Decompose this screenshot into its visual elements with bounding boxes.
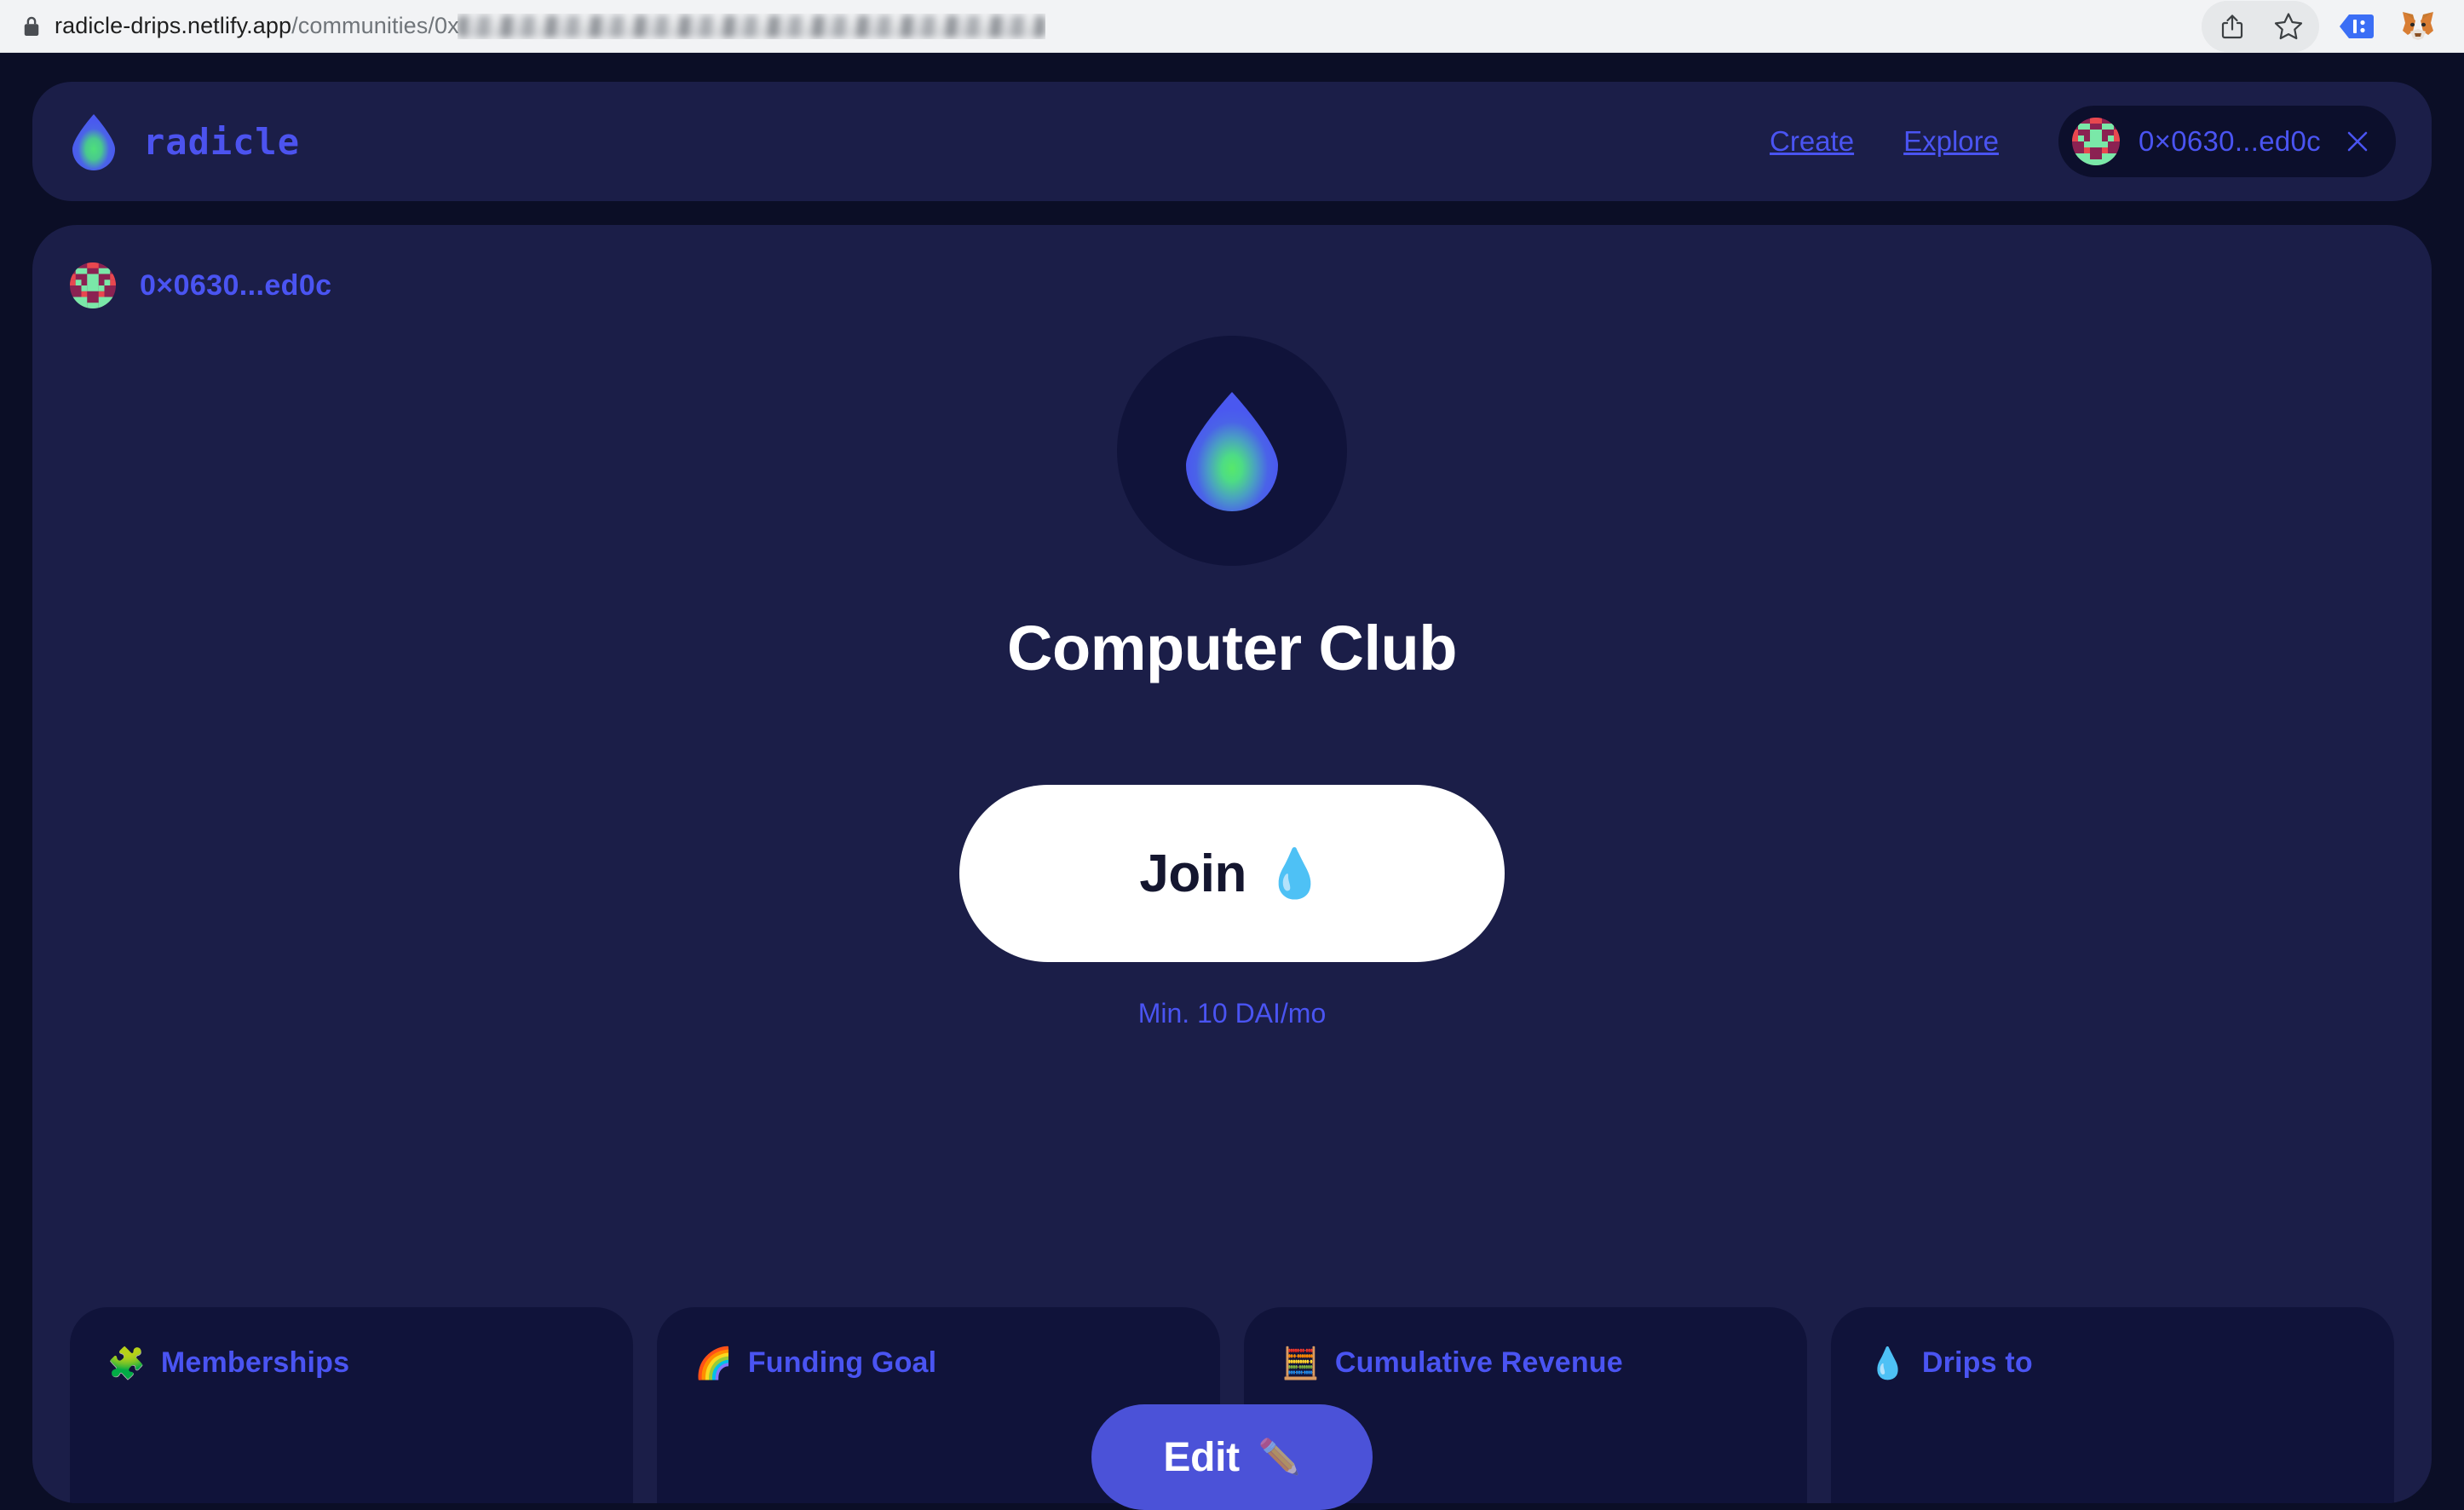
toolbar-pill-group	[2202, 0, 2319, 52]
blockie-avatar	[2071, 118, 2120, 165]
join-button-label: Join	[1139, 844, 1246, 903]
browser-toolbar: radicle-drips.netlify.app/communities/0x	[0, 0, 2464, 53]
bookmark-button[interactable]	[2266, 4, 2311, 49]
url-path: /communities/0x	[291, 13, 459, 38]
share-icon	[2221, 14, 2243, 38]
brand-home-link[interactable]: radicle	[70, 112, 300, 170]
stat-card-header: 🧩 Memberships	[107, 1346, 596, 1380]
url-redacted-segment	[458, 14, 1045, 39]
nav-item-create[interactable]: Create	[1770, 125, 1854, 158]
wallet-connected-pill[interactable]: 0×0630...ed0c	[2058, 106, 2396, 177]
brand-name: radicle	[143, 120, 301, 163]
page-title: Computer Club	[1007, 613, 1457, 683]
wallet-address-label: 0×0630...ed0c	[2138, 125, 2321, 157]
tag-extension-icon	[2340, 14, 2374, 38]
stat-card-label: Memberships	[160, 1346, 350, 1379]
minimum-contribution-note: Min. 10 DAI/mo	[1137, 998, 1327, 1029]
app-root: radicle Create Explore 0×0630...ed0c 0×0…	[0, 53, 2464, 1510]
share-button[interactable]	[2210, 4, 2254, 49]
join-button[interactable]: Join 💧	[959, 785, 1505, 962]
blockie-avatar	[70, 262, 116, 308]
droplet-icon: 💧	[1868, 1345, 1907, 1380]
stat-card-header: 💧 Drips to	[1868, 1346, 2357, 1380]
project-hero: Computer Club Join 💧 Min. 10 DAI/mo	[70, 336, 2394, 1029]
pencil-icon: ✏️	[1258, 1438, 1301, 1476]
url-text: radicle-drips.netlify.app/communities/0x	[55, 13, 1045, 39]
owner-link[interactable]: 0×0630...ed0c	[70, 262, 2394, 308]
stat-card-label: Drips to	[1921, 1346, 2033, 1379]
stat-card-label: Funding Goal	[747, 1346, 937, 1379]
radicle-droplet-logo	[72, 114, 115, 170]
abacus-icon: 🧮	[1281, 1345, 1320, 1380]
droplet-icon: 💧	[1264, 846, 1325, 900]
stat-card-header: 🌈 Funding Goal	[694, 1346, 1183, 1380]
stat-card-header: 🧮 Cumulative Revenue	[1281, 1346, 1770, 1380]
metamask-fox-icon	[2403, 11, 2433, 40]
url-domain: radicle-drips.netlify.app	[55, 13, 292, 38]
community-content-card: 0×0630...ed0c Computer Club Join 💧 Min. …	[32, 225, 2432, 1503]
puzzle-icon: 🧩	[107, 1345, 146, 1380]
nav-item-explore[interactable]: Explore	[1903, 125, 1999, 158]
browser-action-icons	[2202, 0, 2442, 52]
stat-card-memberships[interactable]: 🧩 Memberships	[70, 1307, 633, 1503]
tag-extension-button[interactable]	[2333, 4, 2381, 49]
stat-card-drips-to[interactable]: 💧 Drips to	[1831, 1307, 2394, 1503]
lock-icon	[24, 16, 39, 36]
project-avatar	[1117, 336, 1347, 566]
rainbow-icon: 🌈	[694, 1345, 733, 1380]
edit-button-label: Edit	[1163, 1434, 1240, 1480]
star-icon	[2274, 13, 2303, 40]
edit-button[interactable]: Edit ✏️	[1091, 1404, 1373, 1510]
address-bar[interactable]: radicle-drips.netlify.app/communities/0x	[22, 13, 2202, 39]
nav-links: Create Explore 0×0630...ed0c	[1770, 106, 2396, 177]
stat-card-label: Cumulative Revenue	[1334, 1346, 1623, 1379]
droplet-avatar-icon	[1186, 392, 1278, 511]
top-navigation-bar: radicle Create Explore 0×0630...ed0c	[32, 82, 2432, 201]
owner-address-label: 0×0630...ed0c	[140, 268, 332, 302]
close-icon[interactable]	[2345, 129, 2370, 154]
metamask-extension-button[interactable]	[2394, 4, 2442, 49]
